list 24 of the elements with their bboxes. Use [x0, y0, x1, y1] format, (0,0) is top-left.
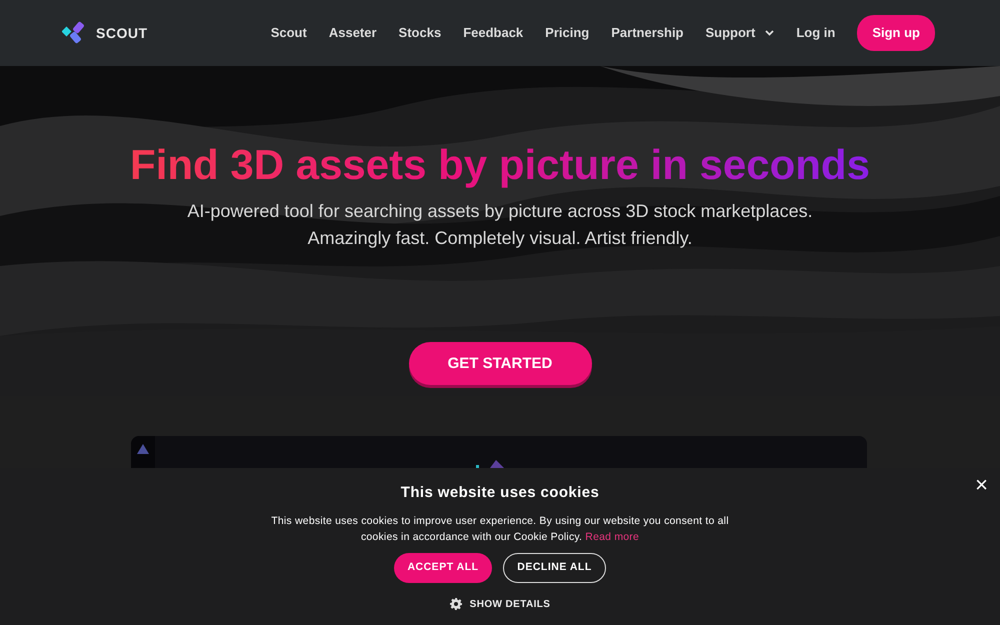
cookie-title: This website uses cookies [400, 483, 600, 503]
read-more-link[interactable]: Read more [585, 530, 640, 542]
get-started-button[interactable]: GET STARTED [408, 342, 592, 386]
brand-name: SCOUT [96, 24, 148, 42]
decline-all-button[interactable]: DECLINE ALL [503, 552, 606, 582]
nav-link[interactable]: Asseter [328, 23, 377, 43]
accept-all-button[interactable]: ACCEPT ALL [394, 552, 492, 582]
sign-up-button[interactable]: Sign up [857, 15, 935, 51]
nav-link[interactable]: Partnership [611, 23, 684, 43]
nav-link[interactable]: Log in [796, 23, 836, 43]
caret-icon [765, 30, 774, 36]
cookie-text: This website uses cookies to improve user experience. By using our website you consent to all cookies in accordance with our Cookie Policy. Read more [270, 514, 730, 544]
gear-icon [450, 598, 462, 610]
logo-icon [476, 460, 506, 468]
nav-link[interactable]: Pricing [545, 23, 590, 43]
nav-link[interactable]: Scout [270, 23, 307, 43]
show-details-button[interactable]: SHOW DETAILS [450, 596, 550, 612]
logo-icon [137, 444, 149, 454]
close-button[interactable]: × [975, 474, 988, 496]
nav-link[interactable]: Stocks [398, 23, 442, 43]
nav-link[interactable]: Support [706, 23, 774, 43]
hero-subtitle: Amazingly fast. Completely visual. Artist friendly. [306, 227, 694, 250]
nav-link[interactable]: Feedback [463, 23, 524, 43]
hero-subtitle: AI-powered tool for searching assets by picture across 3D stock marketplaces. [186, 200, 814, 224]
